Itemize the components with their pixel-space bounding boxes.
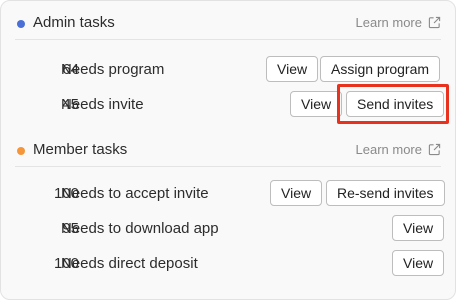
resend-invites-button[interactable]: Re-send invites [326, 180, 445, 206]
external-link-icon [428, 16, 441, 29]
row-label: Needs to accept invite [61, 185, 209, 202]
admin-row-needs-program: 64 Needs program View Assign program [1, 56, 455, 86]
member-learn-more-link[interactable]: Learn more [356, 142, 441, 157]
view-button[interactable]: View [392, 215, 445, 241]
tasks-card: Admin tasks Learn more 64 Needs program … [0, 0, 456, 300]
view-button[interactable]: View [392, 250, 445, 276]
member-row-download-app: 95 Needs to download app View [1, 215, 455, 245]
admin-status-dot [17, 20, 25, 28]
member-tasks-header: Member tasks Learn more [15, 138, 441, 167]
admin-learn-more-link[interactable]: Learn more [356, 15, 441, 30]
member-tasks-title: Member tasks [33, 141, 128, 158]
view-button[interactable]: View [266, 56, 319, 82]
member-status-dot [17, 147, 25, 155]
row-label: Needs invite [61, 96, 144, 113]
member-learn-more-label: Learn more [355, 142, 422, 157]
admin-tasks-header: Admin tasks Learn more [15, 11, 441, 40]
view-button[interactable]: View [290, 91, 343, 117]
admin-tasks-title: Admin tasks [33, 14, 115, 31]
external-link-icon [428, 143, 441, 156]
row-label: Needs to download app [61, 220, 219, 237]
row-label: Needs direct deposit [61, 255, 198, 272]
member-row-accept-invite: 100 Needs to accept invite View Re-send … [1, 180, 455, 210]
row-label: Needs program [61, 61, 165, 78]
admin-learn-more-label: Learn more [355, 15, 422, 30]
view-button[interactable]: View [270, 180, 323, 206]
assign-program-button[interactable]: Assign program [320, 56, 441, 82]
member-row-direct-deposit: 100 Needs direct deposit View [1, 250, 455, 280]
send-invites-highlight [337, 84, 449, 124]
